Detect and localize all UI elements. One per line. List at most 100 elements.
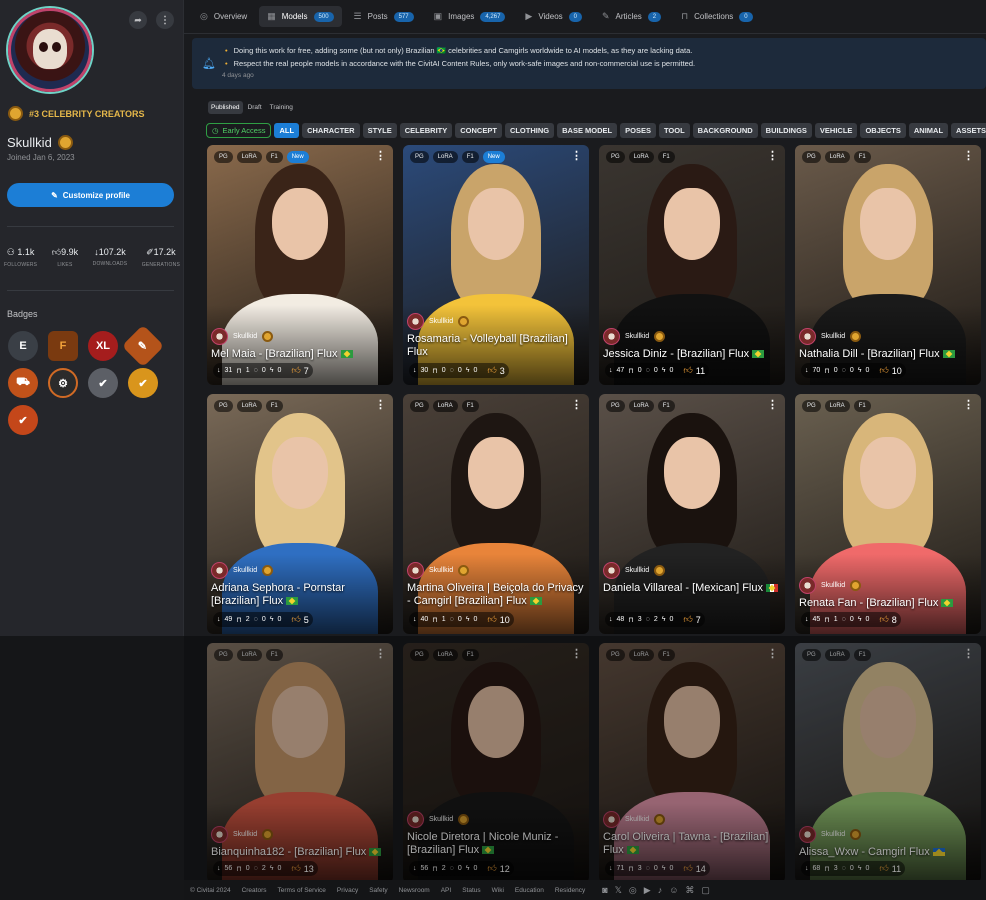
- filter-chip-objects[interactable]: OBJECTS: [860, 123, 906, 138]
- card-creator[interactable]: Skullkid: [603, 562, 666, 579]
- filter-chip-early-access[interactable]: ◷ Early Access: [206, 123, 272, 138]
- card-menu-icon[interactable]: ⋮: [375, 149, 386, 162]
- tab-videos[interactable]: ▶ Videos 0: [517, 6, 590, 27]
- footer-link[interactable]: Newsroom: [399, 887, 430, 894]
- filter-chip-celebrity[interactable]: CELEBRITY: [399, 123, 453, 138]
- customize-profile-button[interactable]: ✎ Customize profile: [7, 183, 174, 207]
- footer-link[interactable]: Wiki: [492, 887, 504, 894]
- filter-chip-concept[interactable]: CONCEPT: [455, 123, 502, 138]
- model-title[interactable]: Renata Fan - [Brazilian] Flux: [799, 597, 979, 610]
- tab-images[interactable]: ▣ Images 4,267: [426, 6, 514, 27]
- filter-chip-tool[interactable]: TOOL: [658, 123, 690, 138]
- badge-xl-icon[interactable]: XL: [88, 331, 118, 361]
- footer-link[interactable]: API: [441, 887, 451, 894]
- footer-link[interactable]: Education: [515, 887, 544, 894]
- card-menu-icon[interactable]: ⋮: [571, 149, 582, 162]
- tab-models[interactable]: ▦ Models 500: [259, 6, 342, 27]
- tiktok-icon[interactable]: ♪: [658, 885, 663, 896]
- github-icon[interactable]: ⌘: [685, 885, 694, 896]
- tab-overview[interactable]: ◎ Overview: [192, 6, 255, 27]
- filter-chip-vehicle[interactable]: VEHICLE: [814, 123, 858, 138]
- footer-link[interactable]: Status: [462, 887, 480, 894]
- stat-followers[interactable]: ⚇ 1.1k FOLLOWERS: [4, 247, 37, 268]
- like-button[interactable]: 👍︎ 3: [487, 365, 504, 376]
- model-title[interactable]: Martina Oliveira | Beiçola do Privacy - …: [407, 582, 587, 608]
- card-menu-icon[interactable]: ⋮: [375, 398, 386, 411]
- like-button[interactable]: 👍︎ 10: [487, 614, 509, 625]
- badge-check-silver-icon[interactable]: ✔: [88, 368, 118, 398]
- model-title[interactable]: Nathalia Dill - [Brazilian] Flux: [799, 348, 979, 361]
- filter-chip-base-model[interactable]: BASE MODEL: [557, 123, 618, 138]
- card-creator[interactable]: Skullkid: [211, 328, 274, 345]
- filter-chip-animal[interactable]: ANIMAL: [908, 123, 949, 138]
- filter-chip-assets[interactable]: ASSETS: [951, 123, 986, 138]
- x-icon[interactable]: 𝕏: [615, 885, 622, 896]
- tab-posts[interactable]: ☰ Posts 577: [346, 6, 422, 27]
- footer-link[interactable]: Creators: [242, 887, 267, 894]
- rank-badge[interactable]: #3 CELEBRITY CREATORS: [8, 106, 145, 121]
- youtube-icon[interactable]: ▶: [644, 885, 651, 896]
- card-menu-icon[interactable]: ⋮: [963, 398, 974, 411]
- footer-link[interactable]: Residency: [555, 887, 585, 894]
- model-title[interactable]: Rosamaria - Volleyball [Brazilian] Flux: [407, 333, 587, 359]
- card-creator[interactable]: Skullkid: [799, 577, 862, 594]
- model-card[interactable]: PG LoRA F1 ⋮ Skullkid Martina Oliveira | Beiç…: [403, 394, 589, 634]
- like-button[interactable]: 👍︎ 5: [291, 614, 308, 625]
- stat-downloads[interactable]: ↓107.2k DOWNLOADS: [93, 247, 128, 268]
- tab-collections[interactable]: ⊓ Collections 0: [673, 6, 761, 27]
- subtab-published[interactable]: Published: [208, 101, 243, 114]
- filter-chip-all[interactable]: ALL: [274, 123, 300, 138]
- model-title[interactable]: Daniela Villareal - [Mexican] Flux: [603, 582, 783, 595]
- subtab-draft[interactable]: Draft: [245, 101, 265, 114]
- card-creator[interactable]: Skullkid: [407, 562, 470, 579]
- model-card[interactable]: PG LoRA F1 ⋮ Skullkid Adriana Sephora - Porns…: [207, 394, 393, 634]
- like-button[interactable]: 👍︎ 7: [291, 365, 308, 376]
- discord-icon[interactable]: ◙: [602, 885, 607, 896]
- card-menu-icon[interactable]: ⋮: [767, 398, 778, 411]
- chat-icon[interactable]: ▢: [701, 885, 710, 896]
- filter-chip-poses[interactable]: POSES: [620, 123, 656, 138]
- stat-generations[interactable]: ✐17.2k GENERATIONS: [142, 247, 180, 268]
- like-button[interactable]: 👍︎ 10: [879, 365, 901, 376]
- like-button[interactable]: 👍︎ 8: [879, 614, 896, 625]
- badge-car-icon[interactable]: ⛟: [8, 368, 38, 398]
- badge-check-orange-icon[interactable]: ✔: [8, 405, 38, 435]
- footer-link[interactable]: Safety: [369, 887, 387, 894]
- card-creator[interactable]: Skullkid: [603, 328, 666, 345]
- model-card[interactable]: PG LoRA F1 ⋮ Skullkid Renata Fan - [Brazilian…: [795, 394, 981, 634]
- model-card[interactable]: PG LoRA F1 New ⋮ Skullkid Mel Maia - [Brazilia…: [207, 145, 393, 385]
- badge-check-gold-icon[interactable]: ✔: [128, 368, 158, 398]
- reddit-icon[interactable]: ☺: [669, 885, 678, 896]
- model-title[interactable]: Jessica Diniz - [Brazilian] Flux: [603, 348, 783, 361]
- stat-likes[interactable]: 👍︎9.9k LIKES: [52, 247, 78, 268]
- card-creator[interactable]: Skullkid: [407, 313, 470, 330]
- model-title[interactable]: Mel Maia - [Brazilian] Flux: [211, 348, 391, 361]
- badge-pencil-icon[interactable]: ✎: [121, 324, 165, 368]
- like-button[interactable]: 👍︎ 7: [683, 614, 700, 625]
- card-menu-icon[interactable]: ⋮: [571, 398, 582, 411]
- tab-articles[interactable]: ✎ Articles 2: [594, 6, 669, 27]
- filter-chip-buildings[interactable]: BUILDINGS: [760, 123, 812, 138]
- more-button[interactable]: ⋮: [156, 11, 174, 29]
- card-creator[interactable]: Skullkid: [799, 328, 862, 345]
- subtab-training[interactable]: Training: [267, 101, 296, 114]
- card-menu-icon[interactable]: ⋮: [767, 149, 778, 162]
- model-card[interactable]: PG LoRA F1 ⋮ Skullkid Daniela Villareal - [Me…: [599, 394, 785, 634]
- filter-chip-style[interactable]: STYLE: [362, 123, 397, 138]
- badge-gear-icon[interactable]: ⚙: [48, 368, 78, 398]
- filter-chip-clothing[interactable]: CLOTHING: [504, 123, 555, 138]
- like-button[interactable]: 👍︎ 11: [683, 365, 705, 376]
- model-card[interactable]: PG LoRA F1 ⋮ Skullkid Nathalia Dill - [Brazil…: [795, 145, 981, 385]
- card-menu-icon[interactable]: ⋮: [963, 149, 974, 162]
- profile-avatar[interactable]: [8, 8, 92, 92]
- filter-chip-background[interactable]: BACKGROUND: [692, 123, 758, 138]
- instagram-icon[interactable]: ◎: [629, 885, 637, 896]
- badge-e-icon[interactable]: E: [8, 331, 38, 361]
- footer-link[interactable]: Terms of Service: [278, 887, 326, 894]
- badge-f-icon[interactable]: F: [48, 331, 78, 361]
- model-card[interactable]: PG LoRA F1 New ⋮ Skullkid Rosamaria - Volleyba…: [403, 145, 589, 385]
- model-title[interactable]: Adriana Sephora - Pornstar [Brazilian] F…: [211, 582, 391, 608]
- card-creator[interactable]: Skullkid: [211, 562, 274, 579]
- footer-link[interactable]: Privacy: [337, 887, 358, 894]
- share-button[interactable]: ➦: [129, 11, 147, 29]
